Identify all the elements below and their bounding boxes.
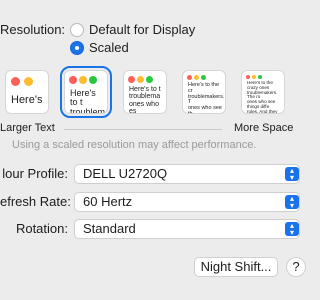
zoom-dot-icon	[89, 76, 97, 84]
radio-default-for-display[interactable]	[70, 23, 84, 37]
scale-option-more-space[interactable]: Here's to the crazy ones troublemakers. …	[241, 70, 285, 114]
scale-option-larger-text[interactable]: Here's	[5, 70, 49, 114]
thumbnail-sample-text: Here's to t troublema ones who es	[129, 86, 161, 114]
minimize-dot-icon	[79, 76, 87, 84]
radio-scaled[interactable]	[70, 41, 84, 55]
scale-divider	[64, 129, 222, 130]
zoom-dot-icon	[146, 76, 153, 83]
refresh-rate-label: efresh Rate:	[0, 194, 71, 209]
night-shift-button[interactable]: Night Shift...	[194, 257, 278, 277]
rotation-label: Rotation:	[15, 221, 68, 236]
close-dot-icon	[246, 75, 250, 79]
zoom-dot-icon	[258, 75, 262, 79]
minimize-dot-icon	[194, 75, 199, 80]
minimize-dot-icon	[24, 77, 33, 86]
larger-text-label: Larger Text	[0, 122, 55, 134]
thumbnail-sample-text: Here's to t troublem	[70, 88, 106, 114]
close-dot-icon	[11, 77, 20, 86]
close-dot-icon	[69, 76, 77, 84]
minimize-dot-icon	[252, 75, 256, 79]
radio-default-label[interactable]: Default for Display	[89, 22, 195, 37]
popup-stepper-icon: ▴ ▾	[285, 195, 299, 210]
rotation-select[interactable]: Standard ▴ ▾	[74, 219, 300, 239]
popup-stepper-icon: ▴ ▾	[285, 222, 299, 237]
radio-scaled-label[interactable]: Scaled	[89, 40, 129, 55]
help-button[interactable]: ?	[286, 257, 306, 277]
thumbnail-sample-text: Here's to the cr troublemakers. T ones w…	[188, 82, 225, 114]
colour-profile-select[interactable]: DELL U2720Q ▴ ▾	[74, 164, 300, 184]
close-dot-icon	[128, 76, 135, 83]
colour-profile-label: lour Profile:	[2, 166, 68, 181]
close-dot-icon	[187, 75, 192, 80]
performance-warning: Using a scaled resolution may affect per…	[12, 139, 257, 151]
zoom-dot-icon	[201, 75, 206, 80]
scale-option-3[interactable]: Here's to t troublema ones who es	[123, 70, 167, 114]
scale-option-4[interactable]: Here's to the cr troublemakers. T ones w…	[182, 70, 226, 114]
minimize-dot-icon	[137, 76, 144, 83]
thumbnail-sample-text: Here's	[11, 94, 43, 106]
more-space-label: More Space	[234, 122, 294, 134]
rotation-value: Standard	[83, 221, 136, 236]
thumbnail-sample-text: Here's to the crazy ones troublemakers. …	[247, 80, 278, 114]
colour-profile-value: DELL U2720Q	[83, 166, 168, 181]
scale-option-2[interactable]: Here's to t troublem	[60, 66, 112, 118]
resolution-label: Resolution:	[0, 22, 66, 37]
refresh-rate-select[interactable]: 60 Hertz ▴ ▾	[74, 192, 300, 212]
popup-stepper-icon: ▴ ▾	[285, 167, 299, 182]
refresh-rate-value: 60 Hertz	[83, 194, 133, 209]
